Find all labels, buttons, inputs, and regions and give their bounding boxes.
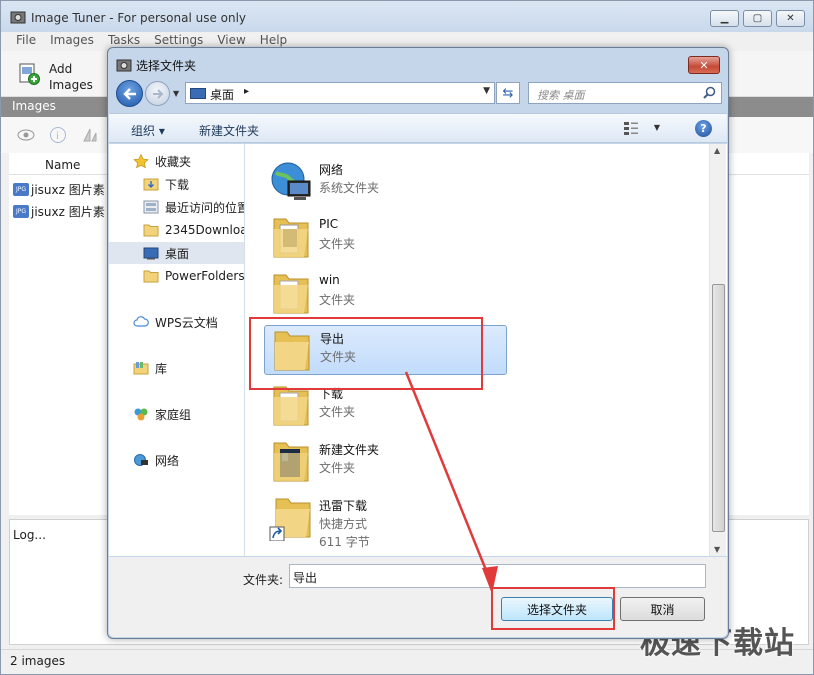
annotation-arrow [404, 371, 498, 594]
